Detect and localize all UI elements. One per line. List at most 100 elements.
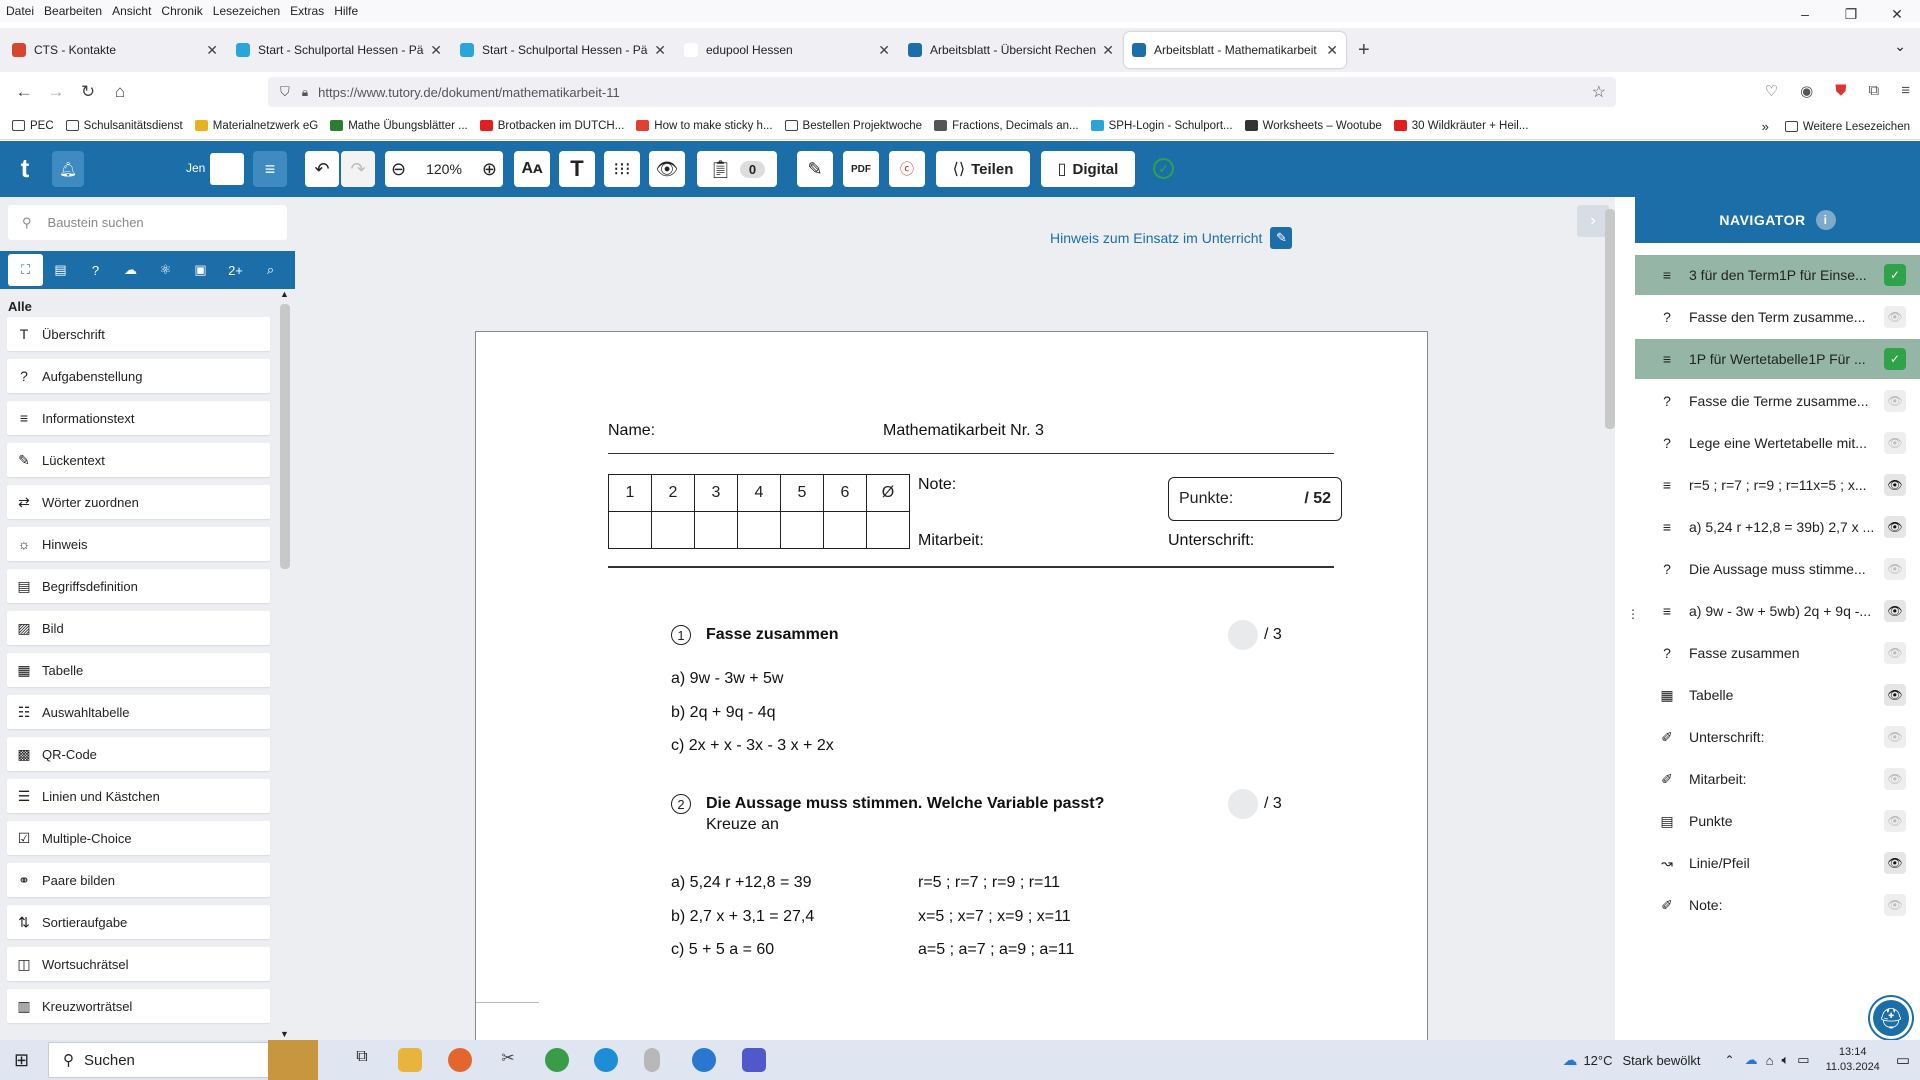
edge-icon[interactable] xyxy=(594,1048,618,1072)
menu-icon[interactable]: ≡ xyxy=(1901,82,1910,100)
close-tab-icon[interactable]: ✕ xyxy=(206,42,218,59)
block-item[interactable]: T Überschrift xyxy=(7,317,270,351)
font-size-icon[interactable]: Aᴀ xyxy=(514,151,550,187)
avatar[interactable] xyxy=(210,153,244,185)
navigator-item[interactable]: ≡ 3 für den Term1P für Einse... ✓ xyxy=(1635,255,1920,295)
block-item[interactable]: ☰ Linien und Kästchen xyxy=(7,779,270,813)
bookmark-item[interactable]: PEC xyxy=(12,120,54,132)
extensions-icon[interactable]: ⧉ xyxy=(1869,82,1880,100)
scroll-thumb[interactable] xyxy=(280,304,290,569)
eye-icon[interactable]: 👁︎ xyxy=(1884,726,1906,748)
digital-button[interactable]: ▯ Digital xyxy=(1041,151,1135,187)
url-text[interactable]: https://www.tutory.de/dokument/mathemati… xyxy=(318,85,620,100)
category-feedback-icon[interactable]: ☁ xyxy=(113,254,148,286)
grade-value-cell[interactable] xyxy=(780,511,824,549)
browser-tab[interactable]: Start - Schulportal Hessen - Päd ✕ xyxy=(228,32,450,68)
eye-icon[interactable]: 👁︎ xyxy=(1884,600,1906,622)
navigator-item[interactable]: ? Lege eine Wertetabelle mit... 👁︎ xyxy=(1635,423,1920,463)
menu-item-5[interactable]: Extras xyxy=(290,4,324,18)
bell-icon[interactable]: 🔔︎ xyxy=(52,151,84,187)
grade-value-cell[interactable] xyxy=(823,511,867,549)
eye-icon[interactable]: 👁︎ xyxy=(1884,390,1906,412)
home-icon[interactable]: ⌂ xyxy=(104,82,136,102)
close-tab-icon[interactable]: ✕ xyxy=(878,42,890,59)
bookmark-item[interactable]: 30 Wildkräuter + Heil... xyxy=(1393,120,1528,132)
bookmark-item[interactable]: Brotbacken im DUTCH... xyxy=(479,120,624,132)
bookmark-item[interactable]: How to make sticky h... xyxy=(636,120,773,132)
bookmark-star-icon[interactable]: ☆ xyxy=(1592,82,1606,102)
bookmark-item[interactable]: Worksheets – Wootube xyxy=(1244,120,1382,132)
visible-check-icon[interactable]: ✓ xyxy=(1884,348,1906,370)
category-math-icon[interactable]: 2+ xyxy=(218,254,253,286)
eye-icon[interactable]: 👁︎ xyxy=(1884,684,1906,706)
browser-tab[interactable]: Arbeitsblatt - Übersicht Rechen ✕ xyxy=(900,32,1122,68)
edit-icon[interactable]: ✎ xyxy=(797,151,833,187)
eye-icon[interactable]: 👁︎ xyxy=(1884,894,1906,916)
task2-score-circle[interactable] xyxy=(1228,789,1258,819)
browser-tab[interactable]: Arbeitsblatt - Mathematikarbeit ✕ xyxy=(1124,32,1346,68)
shield-icon[interactable]: ⛉ xyxy=(280,84,290,100)
category-search-icon[interactable]: ⌕ xyxy=(253,254,288,286)
browser-tab[interactable]: Start - Schulportal Hessen - Päd ✕ xyxy=(452,32,674,68)
navigator-item[interactable]: ↝ Linie/Pfeil 👁︎ xyxy=(1635,843,1920,883)
visible-check-icon[interactable]: ✓ xyxy=(1884,264,1906,286)
scroll-down-icon[interactable]: ▼ xyxy=(280,1029,289,1039)
navigator-item[interactable]: ✐ Note: 👁︎ xyxy=(1635,885,1920,925)
sidebar-scrollbar[interactable]: ▲ ▼ xyxy=(278,289,290,1039)
block-item[interactable]: ▤ Begriffsdefinition xyxy=(7,569,270,603)
browser-tab[interactable]: edupool Hessen ✕ xyxy=(676,32,898,68)
clipboard-counter[interactable]: 📋︎ 0 xyxy=(697,151,777,187)
display-icon[interactable]: ▭ xyxy=(1797,1052,1809,1068)
block-item[interactable]: ? Aufgabenstellung xyxy=(7,359,270,393)
file-explorer-icon[interactable] xyxy=(398,1048,422,1072)
category-all-icon[interactable]: ⛶ xyxy=(8,254,43,286)
category-science-icon[interactable]: ⚛ xyxy=(148,254,183,286)
forward-icon[interactable]: → xyxy=(40,82,72,102)
navigator-item[interactable]: ✐ Mitarbeit: 👁︎ xyxy=(1635,759,1920,799)
new-tab-icon[interactable]: + xyxy=(1358,39,1370,62)
grade-value-cell[interactable] xyxy=(694,511,738,549)
eye-icon[interactable]: 👁︎ xyxy=(1884,516,1906,538)
navigator-item[interactable]: ≡ r=5 ; r=7 ; r=9 ; r=11x=5 ; x... 👁︎ xyxy=(1635,465,1920,505)
bookmark-item[interactable]: Schulsanitätsdienst xyxy=(65,120,183,132)
account-icon[interactable]: ◉ xyxy=(1800,82,1813,100)
mouse-app-icon[interactable] xyxy=(644,1048,660,1072)
taskbar-search[interactable]: ⚲ Suchen xyxy=(48,1042,294,1078)
block-item[interactable]: ☑ Multiple-Choice xyxy=(7,821,270,855)
block-search-input[interactable]: ⚲ Baustein suchen xyxy=(8,205,287,240)
undo-icon[interactable]: ↶ xyxy=(305,151,339,187)
block-item[interactable]: ≡ Informationstext xyxy=(7,401,270,435)
network-icon[interactable]: ⌂ xyxy=(1766,1053,1774,1068)
block-item[interactable]: ⇅ Sortieraufgabe xyxy=(7,905,270,939)
bookmark-item[interactable]: Fractions, Decimals an... xyxy=(934,120,1079,132)
license-cc-icon[interactable]: ⓒ xyxy=(889,151,925,187)
block-item[interactable]: ◫ Wortsuchrätsel xyxy=(7,947,270,981)
menu-item-1[interactable]: Bearbeiten xyxy=(44,4,102,18)
clock[interactable]: 13:14 11.03.2024 xyxy=(1826,1045,1880,1075)
block-item[interactable]: ▨ Bild xyxy=(7,611,270,645)
block-item[interactable]: ⇄ Wörter zuordnen xyxy=(7,485,270,519)
snipping-tool-icon[interactable]: ✂ xyxy=(496,1048,520,1072)
block-item[interactable]: ▦ Tabelle xyxy=(7,653,270,687)
minimize-button[interactable]: – xyxy=(1782,0,1828,28)
task-view-icon[interactable]: ⧉ xyxy=(350,1048,374,1072)
menu-item-0[interactable]: Datei xyxy=(6,4,34,18)
navigator-item[interactable]: ≡ a) 9w - 3w + 5wb) 2q + 9q -... 👁︎ xyxy=(1635,591,1920,631)
navigator-item[interactable]: ≡ a) 5,24 r +12,8 = 39b) 2,7 x ... 👁︎ xyxy=(1635,507,1920,547)
restore-button[interactable]: ❐ xyxy=(1828,0,1874,28)
back-icon[interactable]: ← xyxy=(8,82,40,102)
tray-chevron-icon[interactable]: ⌃ xyxy=(1725,1053,1735,1067)
category-document-icon[interactable]: ▤ xyxy=(43,254,78,286)
panel-resize-handle[interactable]: ⋮ xyxy=(1627,608,1639,620)
hint-link[interactable]: Hinweis zum Einsatz im Unterricht ✎ xyxy=(1050,227,1293,249)
canvas-scrollbar[interactable] xyxy=(1605,197,1615,1040)
pdf-icon[interactable]: PDF xyxy=(843,151,879,187)
eye-icon[interactable]: 👁︎ xyxy=(1884,558,1906,580)
bookmark-item[interactable]: Materialnetzwerk eG xyxy=(194,120,318,132)
pencil-icon[interactable]: ✎ xyxy=(1270,227,1293,249)
navigator-item[interactable]: ? Fasse die Terme zusamme... 👁︎ xyxy=(1635,381,1920,421)
close-tab-icon[interactable]: ✕ xyxy=(1326,42,1338,59)
browser-app-icon[interactable] xyxy=(692,1048,716,1072)
notification-icon[interactable]: ▭ xyxy=(1896,1051,1910,1069)
windows-start-icon[interactable]: ⊞ xyxy=(14,1050,29,1071)
